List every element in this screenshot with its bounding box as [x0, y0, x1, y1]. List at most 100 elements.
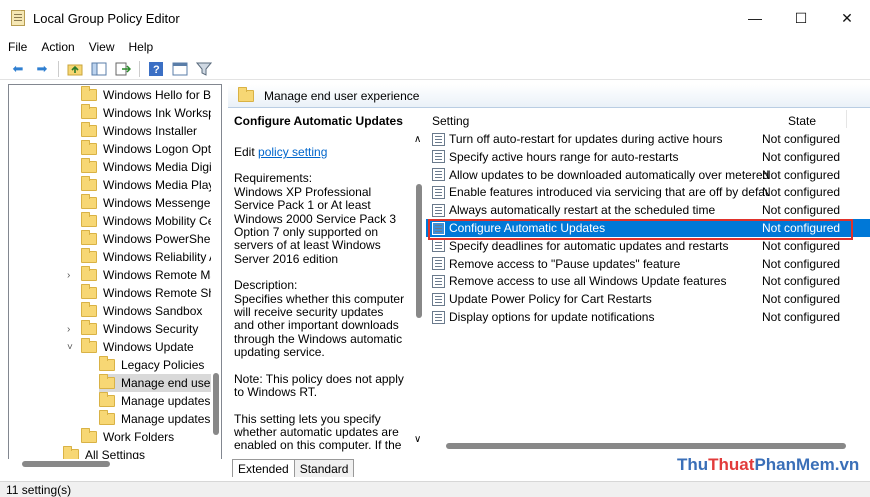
minimize-button[interactable]: — — [732, 0, 778, 36]
tree-item[interactable]: Windows Remote She — [81, 284, 221, 302]
up-folder-icon[interactable] — [67, 61, 83, 77]
menu-file[interactable]: File — [8, 40, 27, 54]
column-setting[interactable]: Setting — [432, 114, 469, 128]
list-horizontal-scrollbar[interactable] — [426, 440, 870, 453]
maximize-button[interactable]: ☐ — [778, 0, 824, 36]
tree-item[interactable]: Manage end user — [99, 374, 219, 392]
tree-item[interactable]: Work Folders — [81, 428, 174, 446]
menu-help[interactable]: Help — [129, 40, 154, 54]
setting-name: Display options for update notifications — [449, 310, 655, 324]
tree-item-label: Windows Media Playe — [103, 178, 222, 192]
policy-setting-icon — [432, 292, 445, 306]
tab-extended[interactable]: Extended — [232, 459, 295, 477]
tree-item-label: Windows Messenger — [103, 196, 215, 210]
export-list-icon[interactable] — [115, 61, 131, 77]
tree-item-label: Windows Mobility Ce — [103, 214, 215, 228]
tree-item-label: Windows Hello for Bu — [103, 88, 218, 102]
back-icon[interactable]: ⬅ — [10, 61, 26, 77]
folder-icon — [81, 284, 97, 299]
description-scrollbar[interactable]: ∧ ∨ — [412, 108, 426, 453]
tree-item[interactable]: Windows Logon Opti — [81, 140, 214, 158]
tree-item[interactable]: Windows Installer — [81, 122, 197, 140]
requirements-text: Requirements: Windows XP Professional Se… — [234, 171, 397, 266]
folder-icon — [81, 212, 97, 227]
list-header: Setting State — [426, 108, 870, 130]
tree-item-label: Windows Ink Worksp — [103, 106, 215, 120]
help-icon[interactable]: ? — [148, 61, 164, 77]
tree-item[interactable]: Windows Reliability A — [81, 248, 217, 266]
menu-view[interactable]: View — [89, 40, 115, 54]
table-row[interactable]: Always automatically restart at the sche… — [426, 201, 870, 219]
table-row[interactable]: Allow updates to be downloaded automatic… — [426, 166, 870, 184]
policy-setting-icon — [432, 132, 445, 146]
tree-expander-icon[interactable]: › — [67, 324, 70, 335]
setting-state: Not configured — [762, 292, 841, 307]
setting-name: Enable features introduced via servicing… — [449, 185, 769, 200]
tree-item[interactable]: › Windows Remote Ma — [67, 266, 218, 284]
tree-expander-icon[interactable]: ˅ — [67, 342, 73, 353]
tree-item[interactable]: Windows Media Digit — [81, 158, 215, 176]
description-scroll-thumb[interactable] — [416, 184, 422, 318]
policy-title: Configure Automatic Updates — [234, 114, 403, 128]
tree-item[interactable]: Windows Sandbox — [81, 302, 202, 320]
menu-action[interactable]: Action — [41, 40, 74, 54]
show-hide-tree-icon[interactable] — [91, 61, 107, 77]
folder-icon — [238, 86, 254, 102]
tree-item[interactable]: ˅ Windows Update — [67, 338, 194, 356]
console-tree[interactable]: Windows Hello for Bu Windows Ink Worksp Wi… — [8, 84, 222, 465]
tree-expander-icon[interactable]: › — [67, 270, 70, 281]
tree-vscroll-thumb[interactable] — [213, 373, 219, 435]
tree-item[interactable]: Windows Hello for Bu — [81, 86, 218, 104]
status-text: 11 setting(s) — [6, 482, 72, 497]
tree-item-label: Windows Security — [103, 322, 199, 336]
watermark: ThuThuatPhanMem.vn — [677, 455, 859, 475]
tree-vertical-scrollbar[interactable] — [211, 85, 221, 464]
tree-item[interactable]: Windows Messenger — [81, 194, 214, 212]
tree-item-label: Windows Media Digit — [103, 160, 216, 174]
table-row[interactable]: Update Power Policy for Cart Restarts Not… — [426, 290, 870, 308]
watermark-part2: Thuat — [708, 455, 755, 474]
scroll-up-icon[interactable]: ∧ — [414, 134, 421, 145]
properties-icon[interactable] — [172, 61, 188, 77]
tree-item-label: Manage updates — [121, 394, 211, 408]
table-row[interactable]: Turn off auto-restart for updates during… — [426, 130, 870, 148]
folder-icon — [99, 392, 115, 407]
close-button[interactable]: ✕ — [824, 0, 870, 36]
tree-item[interactable]: Legacy Policies — [99, 356, 204, 374]
table-row[interactable]: Enable features introduced via servicing… — [426, 183, 870, 201]
setting-name: Turn off auto-restart for updates during… — [449, 132, 723, 146]
settings-list: Turn off auto-restart for updates during… — [426, 130, 870, 440]
tree-item[interactable]: Windows Mobility Ce — [81, 212, 214, 230]
tab-standard[interactable]: Standard — [293, 459, 355, 477]
column-state[interactable]: State — [788, 114, 816, 128]
folder-icon — [81, 428, 97, 443]
folder-icon — [81, 176, 97, 191]
tree-item[interactable]: Windows Media Playe — [81, 176, 221, 194]
tree-horizontal-scrollbar[interactable] — [8, 459, 222, 469]
tree-item[interactable]: Windows Ink Worksp — [81, 104, 215, 122]
table-row[interactable]: Remove access to use all Windows Update … — [426, 272, 870, 290]
setting-state: Not configured — [762, 256, 841, 271]
forward-icon[interactable]: ➡ — [34, 61, 50, 77]
table-row[interactable]: Remove access to "Pause updates" feature… — [426, 255, 870, 273]
table-row[interactable]: Display options for update notifications… — [426, 308, 870, 326]
folder-icon — [81, 266, 97, 281]
tree-item-label: Windows Remote Ma — [103, 268, 218, 282]
filter-icon[interactable] — [196, 61, 212, 77]
tree-item-label: Windows PowerShell — [103, 232, 216, 246]
policy-setting-icon — [432, 168, 445, 182]
description-text: Description: Specifies whether this comp… — [234, 278, 405, 360]
toolbar: ⬅ ➡ ? — [0, 58, 870, 80]
table-row[interactable]: Specify active hours range for auto-rest… — [426, 148, 870, 166]
menu-bar: File Action View Help — [0, 36, 870, 58]
list-hscroll-thumb[interactable] — [446, 443, 846, 449]
policy-setting-link[interactable]: policy setting — [258, 145, 327, 159]
tree-item-label: Manage updates — [121, 412, 211, 426]
tree-hscroll-thumb[interactable] — [22, 461, 110, 467]
tree-item[interactable]: Manage updates — [99, 392, 210, 410]
setting-name: Allow updates to be downloaded automatic… — [449, 167, 769, 182]
tree-item[interactable]: Manage updates — [99, 410, 210, 428]
tree-item[interactable]: › Windows Security — [67, 320, 199, 338]
scroll-down-icon[interactable]: ∨ — [414, 434, 421, 445]
tree-item[interactable]: Windows PowerShell — [81, 230, 216, 248]
